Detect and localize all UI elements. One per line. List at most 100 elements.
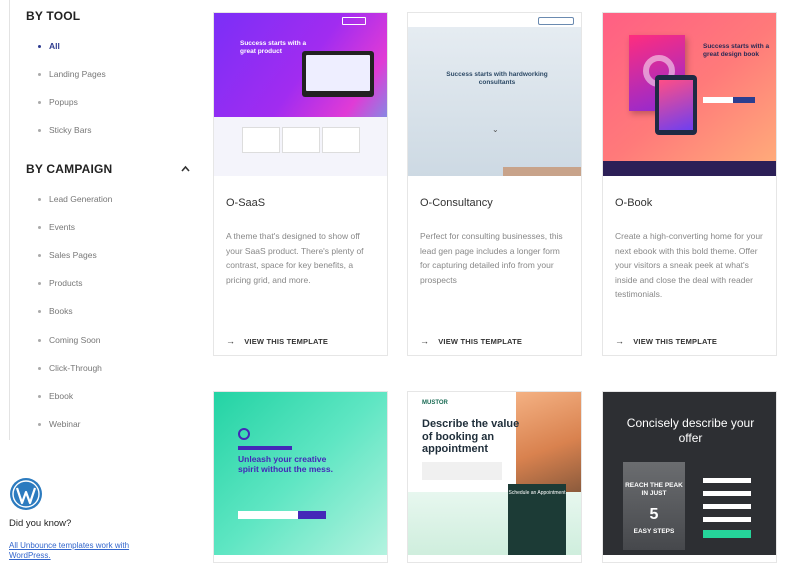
thumb-footer [603, 161, 776, 176]
thumb-form-title: Schedule an Appointment [508, 490, 566, 496]
sidebar-item-books[interactable]: Books [38, 306, 73, 316]
cta-label: VIEW THIS TEMPLATE [633, 336, 718, 346]
thumb-input [238, 511, 298, 519]
bullet-icon [38, 197, 41, 201]
view-template-link[interactable]: → VIEW THIS TEMPLATE [615, 336, 717, 346]
sidebar-item-label: Click-Through [49, 363, 102, 373]
thumb-nav-button [342, 17, 366, 25]
template-description: Perfect for consulting businesses, this … [420, 231, 563, 285]
sidebar-item-lead-generation[interactable]: Lead Generation [38, 194, 112, 204]
bullet-icon [38, 394, 41, 398]
cta-label: VIEW THIS TEMPLATE [438, 336, 523, 346]
view-template-link[interactable]: → VIEW THIS TEMPLATE [226, 336, 328, 346]
sidebar-item-landing-pages[interactable]: Landing Pages [38, 69, 106, 79]
sidebar-item-label: Ebook [49, 391, 74, 401]
template-card-o-book[interactable]: Success starts with a great design book … [602, 12, 777, 356]
bullet-icon [38, 225, 41, 229]
tablet-illustration [655, 75, 697, 135]
thumb-button [298, 511, 326, 519]
thumb-heading: Success starts with a great design book [703, 43, 770, 58]
template-thumbnail[interactable]: Success starts with a great product [214, 13, 387, 176]
thumb-text-block [422, 462, 502, 480]
sidebar-item-sticky-bars[interactable]: Sticky Bars [38, 125, 92, 135]
bullet-icon [38, 281, 41, 285]
bullet-icon [38, 309, 41, 313]
template-card-o-saas[interactable]: Success starts with a great product O-Sa… [213, 12, 388, 356]
bullet-icon [38, 366, 41, 370]
template-title: O-SaaS [226, 197, 266, 209]
template-thumbnail[interactable]: Success starts with a great design book [603, 13, 776, 176]
bullet-icon [38, 128, 41, 132]
template-thumbnail[interactable]: MUSTOR Describe the value of booking an … [408, 392, 581, 555]
chevron-up-icon[interactable] [181, 165, 190, 172]
feature-box [242, 127, 280, 153]
bullet-icon [38, 44, 41, 48]
template-thumbnail[interactable]: Unleash your creative spirit without the… [214, 392, 387, 555]
sidebar-item-coming-soon[interactable]: Coming Soon [38, 335, 101, 345]
by-campaign-heading: BY CAMPAIGN [26, 162, 113, 176]
sidebar-item-label: Landing Pages [49, 69, 106, 79]
template-title: O-Consultancy [420, 197, 493, 209]
wordpress-logo-icon [10, 478, 42, 510]
sidebar-item-label: Popups [49, 97, 78, 107]
thumb-input [703, 504, 751, 509]
thumb-input [703, 478, 751, 483]
arrow-right-icon: → [226, 336, 236, 346]
thumb-brand: MUSTOR [422, 400, 448, 406]
sidebar-item-label: Coming Soon [49, 335, 101, 345]
bullet-icon [38, 100, 41, 104]
book-bottom-text: EASY STEPS [633, 528, 675, 535]
template-description: A theme that's designed to show off your… [226, 231, 364, 285]
thumb-button [733, 97, 755, 103]
feature-box [282, 127, 320, 153]
template-thumbnail[interactable]: Success starts with hardworking consulta… [408, 13, 581, 176]
bullet-icon [38, 72, 41, 76]
chevron-down-icon: ⌄ [492, 125, 499, 134]
laptop-illustration [302, 51, 374, 97]
thumb-heading: Concisely describe your offer [626, 416, 755, 445]
sidebar-item-all[interactable]: All [38, 41, 60, 51]
sidebar-item-events[interactable]: Events [38, 222, 75, 232]
sidebar-item-label: Lead Generation [49, 194, 113, 204]
sidebar-item-popups[interactable]: Popups [38, 97, 78, 107]
thumb-nav-button [538, 17, 574, 25]
template-thumbnail[interactable]: Concisely describe your offer REACH THE … [603, 392, 776, 555]
circle-logo-icon [238, 428, 250, 440]
sidebar-item-label: Sales Pages [49, 250, 97, 260]
template-card-o-consultancy[interactable]: Success starts with hardworking consulta… [407, 12, 582, 356]
bullet-icon [38, 338, 41, 342]
sidebar-item-click-through[interactable]: Click-Through [38, 363, 102, 373]
feature-box [322, 127, 360, 153]
sidebar-item-label: Books [49, 306, 73, 316]
book-big-number: 5 [649, 506, 659, 523]
thumb-heading: Unleash your creative spirit without the… [238, 454, 333, 474]
sidebar-item-products[interactable]: Products [38, 278, 83, 288]
bullet-icon [38, 422, 41, 426]
template-card-appointment[interactable]: MUSTOR Describe the value of booking an … [407, 391, 582, 563]
thumb-heading: Success starts with a great product [240, 40, 307, 55]
thumb-button [703, 530, 751, 538]
cta-label: VIEW THIS TEMPLATE [244, 336, 329, 346]
sidebar-item-ebook[interactable]: Ebook [38, 391, 73, 401]
book-illustration: REACH THE PEAK IN JUST 5 EASY STEPS [623, 462, 685, 550]
sidebar-item-sales-pages[interactable]: Sales Pages [38, 250, 97, 260]
did-you-know-heading: Did you know? [9, 518, 72, 529]
sidebar-item-webinar[interactable]: Webinar [38, 419, 81, 429]
arrow-right-icon: → [615, 336, 625, 346]
thumb-input [703, 517, 751, 522]
thumb-input [703, 491, 751, 496]
template-title: O-Book [615, 197, 653, 209]
sidebar: BY TOOL All Landing Pages Popups Sticky … [0, 0, 195, 563]
sidebar-item-label: All [49, 41, 60, 51]
sidebar-divider [9, 0, 10, 440]
photo-strip [503, 167, 581, 176]
thumb-heading: Describe the value of booking an appoint… [422, 418, 520, 455]
view-template-link[interactable]: → VIEW THIS TEMPLATE [420, 336, 522, 346]
by-tool-heading: BY TOOL [26, 9, 81, 23]
wordpress-info-link[interactable]: All Unbounce templates work with WordPre… [9, 541, 159, 561]
template-card-offer[interactable]: Concisely describe your offer REACH THE … [602, 391, 777, 563]
thumb-heading: Success starts with hardworking consulta… [446, 71, 548, 86]
template-card-creative[interactable]: Unleash your creative spirit without the… [213, 391, 388, 563]
template-description: Create a high-converting home for your n… [615, 231, 763, 299]
sidebar-item-label: Webinar [49, 419, 81, 429]
